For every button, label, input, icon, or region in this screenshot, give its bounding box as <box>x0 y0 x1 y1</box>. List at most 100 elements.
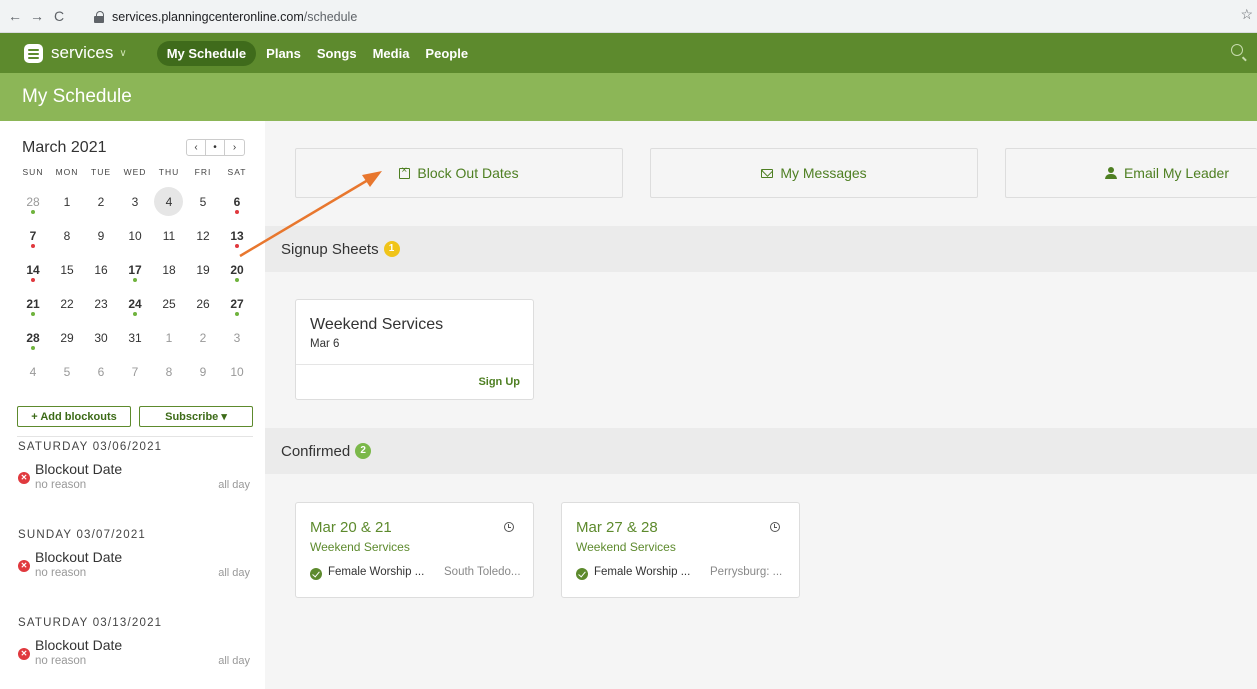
day-number: 7 <box>29 229 37 243</box>
calendar-day[interactable]: 28 <box>16 321 50 355</box>
weekday-label: SAT <box>227 167 247 177</box>
search-icon[interactable] <box>1231 44 1243 56</box>
day-number: 26 <box>196 297 210 311</box>
calendar-day[interactable]: 28 <box>16 185 50 219</box>
calendar-day[interactable]: 29 <box>50 321 84 355</box>
email-my-leader-button[interactable]: Email My Leader <box>1005 148 1257 198</box>
back-arrow-icon[interactable]: ← <box>4 5 26 27</box>
subscribe-button[interactable]: Subscribe ▾ <box>139 406 253 427</box>
day-number: 3 <box>233 331 241 345</box>
day-number: 15 <box>60 263 74 277</box>
position-name: Female Worship ... <box>328 566 425 578</box>
calendar-day[interactable]: 4 <box>152 185 186 219</box>
calendar-day[interactable]: 27 <box>220 287 254 321</box>
calendar-day[interactable]: 12 <box>186 219 220 253</box>
confirmed-dates[interactable]: Mar 20 & 21 <box>310 519 392 536</box>
day-number: 12 <box>196 229 210 243</box>
address-bar[interactable]: services.planningcenteronline.com/schedu… <box>94 5 357 28</box>
calendar-x-icon <box>399 165 411 179</box>
blockout-group: SUNDAY 03/07/2021 ✕ Blockout Date no rea… <box>18 529 254 585</box>
block-out-dates-button[interactable]: Block Out Dates <box>295 148 623 198</box>
calendar-day[interactable]: 19 <box>186 253 220 287</box>
prev-month-button[interactable]: ‹ <box>187 140 206 155</box>
next-month-button[interactable]: › <box>225 140 244 155</box>
nav-media[interactable]: Media <box>365 41 418 66</box>
calendar-day[interactable]: 8 <box>50 219 84 253</box>
calendar-day[interactable]: 14 <box>16 253 50 287</box>
calendar-day[interactable]: 26 <box>186 287 220 321</box>
calendar-day[interactable]: 30 <box>84 321 118 355</box>
calendar-day[interactable]: 21 <box>16 287 50 321</box>
remove-x-icon[interactable]: ✕ <box>18 472 30 484</box>
blockout-item[interactable]: ✕ Blockout Date no reason all day <box>18 461 254 497</box>
calendar-day[interactable]: 8 <box>152 355 186 389</box>
app-switcher[interactable]: services ∨ <box>24 43 127 63</box>
calendar-day[interactable]: 3 <box>220 321 254 355</box>
envelope-icon <box>761 168 774 178</box>
confirmed-dates[interactable]: Mar 27 & 28 <box>576 519 658 536</box>
calendar-day[interactable]: 9 <box>186 355 220 389</box>
calendar-day[interactable]: 16 <box>84 253 118 287</box>
confirmed-card[interactable]: Mar 20 & 21 Weekend Services Female Wors… <box>295 502 534 598</box>
url-path: /schedule <box>303 9 358 24</box>
calendar-day[interactable]: 5 <box>186 185 220 219</box>
confirmed-card[interactable]: Mar 27 & 28 Weekend Services Female Wors… <box>561 502 800 598</box>
today-button[interactable]: • <box>206 140 225 155</box>
remove-x-icon[interactable]: ✕ <box>18 560 30 572</box>
nav-people[interactable]: People <box>417 41 476 66</box>
browser-toolbar: ← → C services.planningcenteronline.com /… <box>0 0 1257 33</box>
blockout-item[interactable]: ✕ Blockout Date no reason all day <box>18 549 254 585</box>
calendar-week: 14 15 16 17 18 19 20 <box>16 253 252 287</box>
bookmark-star-icon[interactable]: ☆ <box>1240 6 1253 23</box>
my-messages-label: My Messages <box>780 165 867 181</box>
calendar-day[interactable]: 7 <box>16 219 50 253</box>
calendar-day[interactable]: 6 <box>84 355 118 389</box>
nav-songs[interactable]: Songs <box>309 41 365 66</box>
nav-my-schedule[interactable]: My Schedule <box>156 40 257 66</box>
add-blockouts-button[interactable]: + Add blockouts <box>17 406 131 427</box>
calendar-day[interactable]: 11 <box>152 219 186 253</box>
page-header: My Schedule <box>0 73 1257 121</box>
calendar-day[interactable]: 23 <box>84 287 118 321</box>
calendar-day[interactable]: 10 <box>220 355 254 389</box>
calendar-day[interactable]: 4 <box>16 355 50 389</box>
blockout-item[interactable]: ✕ Blockout Date no reason all day <box>18 637 254 673</box>
calendar-day[interactable]: 1 <box>152 321 186 355</box>
calendar-day[interactable]: 6 <box>220 185 254 219</box>
check-circle-icon <box>310 568 322 580</box>
weekday-label: MON <box>55 167 79 177</box>
my-messages-button[interactable]: My Messages <box>650 148 978 198</box>
calendar-day[interactable]: 2 <box>84 185 118 219</box>
calendar-day[interactable]: 10 <box>118 219 152 253</box>
calendar-day[interactable]: 25 <box>152 287 186 321</box>
calendar-day[interactable]: 24 <box>118 287 152 321</box>
calendar-day[interactable]: 31 <box>118 321 152 355</box>
calendar-day[interactable]: 15 <box>50 253 84 287</box>
blockout-duration: all day <box>218 567 250 579</box>
clock-icon[interactable] <box>770 522 780 532</box>
blockout-group: SATURDAY 03/06/2021 ✕ Blockout Date no r… <box>18 441 254 497</box>
calendar-day[interactable]: 3 <box>118 185 152 219</box>
nav-plans[interactable]: Plans <box>258 41 309 66</box>
sign-up-button[interactable]: Sign Up <box>478 376 520 388</box>
day-number: 11 <box>162 229 176 243</box>
calendar-day[interactable]: 20 <box>220 253 254 287</box>
blockout-date-heading: SATURDAY 03/06/2021 <box>18 441 163 453</box>
calendar-day[interactable]: 2 <box>186 321 220 355</box>
calendar-day[interactable]: 13 <box>220 219 254 253</box>
calendar-day[interactable]: 18 <box>152 253 186 287</box>
calendar-day[interactable]: 22 <box>50 287 84 321</box>
day-number: 2 <box>97 195 105 209</box>
calendar-day[interactable]: 7 <box>118 355 152 389</box>
calendar-day[interactable]: 17 <box>118 253 152 287</box>
calendar-day[interactable]: 5 <box>50 355 84 389</box>
day-number: 1 <box>165 331 173 345</box>
check-circle-icon <box>576 568 588 580</box>
clock-icon[interactable] <box>504 522 514 532</box>
reload-icon[interactable]: C <box>48 5 70 27</box>
forward-arrow-icon[interactable]: → <box>26 5 48 27</box>
remove-x-icon[interactable]: ✕ <box>18 648 30 660</box>
calendar-day[interactable]: 9 <box>84 219 118 253</box>
calendar-day[interactable]: 1 <box>50 185 84 219</box>
main-content: Block Out Dates My Messages Email My Lea… <box>265 121 1257 689</box>
